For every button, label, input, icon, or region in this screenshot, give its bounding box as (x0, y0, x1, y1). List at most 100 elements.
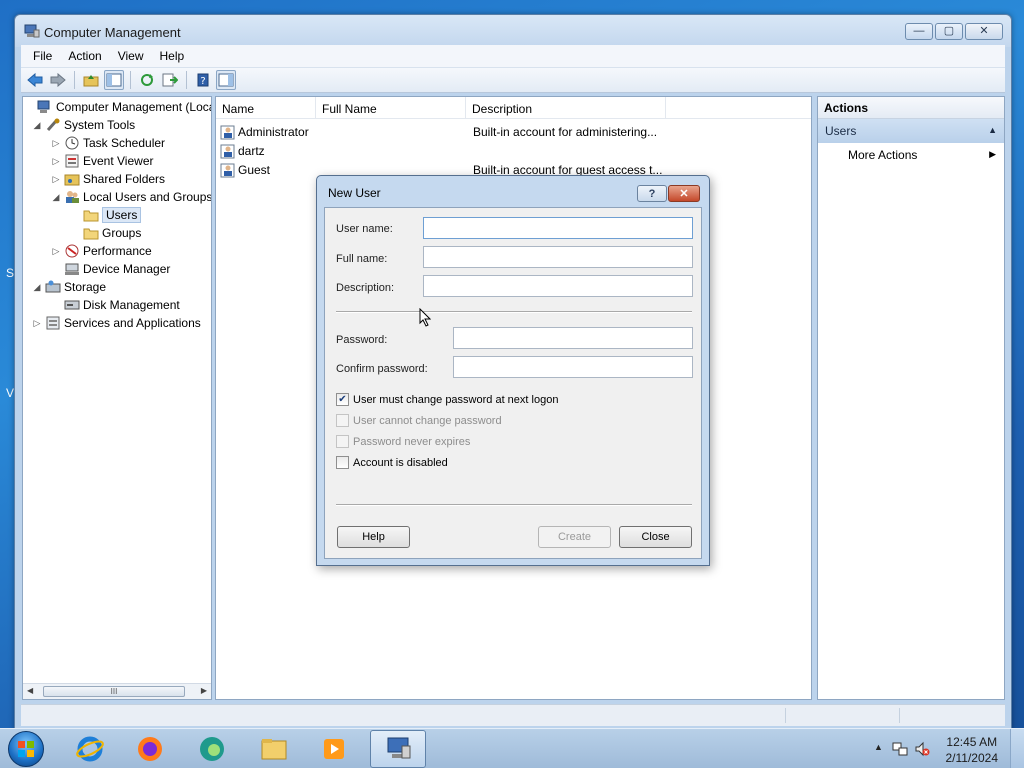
computer-management-icon (37, 100, 53, 114)
help-button[interactable]: Help (337, 526, 410, 548)
create-button[interactable]: Create (538, 526, 611, 548)
close-icon: ✕ (979, 25, 989, 37)
scroll-left-icon[interactable]: ◀ (27, 686, 33, 695)
tree-item-disk-management[interactable]: Disk Management (50, 296, 180, 314)
column-header-full-name[interactable]: Full Name (316, 97, 466, 118)
confirm-password-field[interactable] (453, 356, 693, 378)
refresh-button[interactable] (137, 70, 157, 90)
console-tree: Computer Management (Local ◢ System Tool… (22, 96, 212, 700)
password-field[interactable] (453, 327, 693, 349)
list-item[interactable]: dartz (220, 141, 470, 160)
back-button[interactable] (25, 70, 45, 90)
status-divider (785, 708, 786, 723)
column-header-name[interactable]: Name (216, 97, 316, 118)
firefox-icon (138, 737, 162, 761)
collapse-arrow-icon[interactable]: ◢ (50, 192, 62, 203)
actions-title: Actions (818, 97, 1004, 119)
tree-item-root[interactable]: Computer Management (Local (23, 98, 212, 116)
menu-file[interactable]: File (25, 49, 60, 63)
export-list-button[interactable] (160, 70, 180, 90)
taskbar-app-internet-explorer[interactable] (62, 730, 118, 768)
user-icon (220, 144, 235, 158)
dialog-close-button[interactable]: ✕ (668, 185, 700, 202)
actions-section-users[interactable]: Users ▲ (818, 119, 1004, 143)
close-dialog-button[interactable]: Close (619, 526, 692, 548)
system-tools-icon (45, 118, 61, 132)
tree-item-shared-folders[interactable]: ▷ Shared Folders (50, 170, 166, 188)
tree-item-task-scheduler[interactable]: ▷ Task Scheduler (50, 134, 166, 152)
password-never-expires-checkbox: Password never expires (336, 435, 470, 448)
tree-label: Task Scheduler (83, 136, 166, 150)
show-hidden-icons-arrow-icon[interactable]: ▲ (874, 742, 883, 752)
taskbar-app-media-player[interactable] (306, 730, 362, 768)
tree-item-services-applications[interactable]: ▷ Services and Applications (31, 314, 201, 332)
tree-item-event-viewer[interactable]: ▷ Event Viewer (50, 152, 154, 170)
expand-arrow-icon[interactable]: ▷ (50, 246, 62, 257)
taskbar-app-edge[interactable] (184, 730, 240, 768)
scroll-right-icon[interactable]: ▶ (201, 686, 207, 695)
file-explorer-icon (261, 739, 287, 760)
show-desktop-button[interactable] (1010, 729, 1024, 768)
dialog-title: New User (328, 186, 381, 200)
expand-arrow-icon[interactable]: ▷ (31, 318, 43, 329)
taskbar-app-firefox[interactable] (122, 730, 178, 768)
taskbar-app-computer-management[interactable] (370, 730, 426, 768)
tree-label: Users (102, 207, 142, 223)
fullname-field[interactable] (423, 246, 693, 268)
collapse-arrow-icon[interactable]: ◢ (31, 282, 43, 293)
up-level-button[interactable] (81, 70, 101, 90)
tree-item-users[interactable]: Users (69, 206, 142, 224)
collapse-triangle-icon[interactable]: ▲ (988, 125, 997, 135)
horizontal-scrollbar[interactable]: ◀ III ▶ (23, 683, 211, 699)
desktop-icon-label-fragment: V (6, 386, 15, 400)
start-button[interactable] (8, 731, 44, 767)
scrollbar-thumb[interactable]: III (43, 686, 185, 697)
tree-label: Computer Management (Local (56, 100, 212, 114)
list-item[interactable]: Administrator Built-in account for admin… (220, 122, 657, 141)
dialog-help-button[interactable]: ? (637, 185, 667, 202)
user-name: Guest (238, 162, 271, 177)
clock-date: 2/11/2024 (945, 751, 999, 765)
column-header-description[interactable]: Description (466, 97, 666, 118)
close-button[interactable]: ✕ (965, 23, 1003, 40)
taskbar-app-file-explorer[interactable] (246, 730, 302, 768)
event-viewer-icon (64, 154, 80, 168)
help-icon: ? (648, 187, 656, 200)
volume-muted-icon[interactable] (914, 741, 930, 757)
help-button[interactable]: ? (193, 70, 213, 90)
tree-item-system-tools[interactable]: ◢ System Tools (31, 116, 136, 134)
more-actions-item[interactable]: More Actions ▶ (818, 143, 1004, 167)
description-field[interactable] (423, 275, 693, 297)
maximize-button[interactable]: ▢ (935, 23, 963, 40)
menu-view[interactable]: View (110, 49, 152, 63)
forward-button[interactable] (48, 70, 68, 90)
tree-item-storage[interactable]: ◢ Storage (31, 278, 107, 296)
network-icon[interactable] (892, 741, 908, 757)
window-title: Computer Management (44, 25, 181, 40)
console-tree-icon (106, 73, 122, 87)
password-label: Password: (336, 334, 388, 346)
tree-item-device-manager[interactable]: Device Manager (50, 260, 170, 278)
checkbox-checked-icon: ✔ (336, 393, 349, 406)
show-hide-action-pane-button[interactable] (216, 70, 236, 90)
svg-text:?: ? (200, 76, 205, 87)
expand-arrow-icon[interactable]: ▷ (50, 138, 62, 149)
account-disabled-checkbox[interactable]: Account is disabled (336, 456, 448, 469)
tree-label: Storage (64, 280, 107, 294)
tree-item-groups[interactable]: Groups (69, 224, 141, 242)
tree-item-local-users-groups[interactable]: ◢ Local Users and Groups (50, 188, 211, 206)
must-change-password-checkbox[interactable]: ✔ User must change password at next logo… (336, 393, 558, 406)
expand-arrow-icon[interactable]: ▷ (50, 174, 62, 185)
collapse-arrow-icon[interactable]: ◢ (31, 120, 43, 131)
edge-icon (200, 737, 224, 761)
minimize-button[interactable]: — (905, 23, 933, 40)
menu-action[interactable]: Action (60, 49, 109, 63)
actions-pane: Actions Users ▲ More Actions ▶ (817, 96, 1005, 700)
menu-help[interactable]: Help (152, 49, 193, 63)
tree-item-performance[interactable]: ▷ Performance (50, 242, 152, 260)
show-hide-console-tree-button[interactable] (104, 70, 124, 90)
expand-arrow-icon[interactable]: ▷ (50, 156, 62, 167)
title-bar[interactable]: Computer Management — ▢ ✕ (15, 15, 1011, 47)
username-field[interactable] (423, 217, 693, 239)
clock[interactable]: 12:45 AM 2/11/2024 (946, 734, 999, 766)
